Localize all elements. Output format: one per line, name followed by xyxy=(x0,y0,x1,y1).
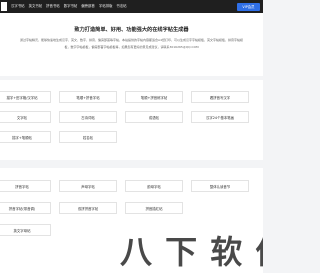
main-nav: 汉字书帖 英文书帖 拼音书帖 数字书帖 偏旁部首 字帖排版 书法帖 xyxy=(11,3,127,10)
template-link[interactable]: 拼音字帖 xyxy=(0,180,51,192)
template-link[interactable]: 成语帖 xyxy=(125,111,183,123)
logo-icon[interactable] xyxy=(1,2,7,11)
template-link[interactable]: 声母字帖 xyxy=(59,180,117,192)
nav-item-english[interactable]: 英文书帖 xyxy=(29,3,43,10)
template-link[interactable]: 笔顺+拼音练字帖 xyxy=(125,91,183,103)
hero-title: 致力打造简单、好用、功能强大的在线字帖生成器 xyxy=(74,27,189,33)
watermark-text: 八 下 软 件 xyxy=(120,233,263,271)
template-link[interactable]: 文字帖 xyxy=(0,111,51,123)
template-link[interactable]: 姓名帖 xyxy=(59,131,117,143)
template-link[interactable]: 韵母字帖 xyxy=(125,180,183,192)
template-link[interactable]: 看拼音写汉字 xyxy=(191,91,249,103)
template-link[interactable]: 笔顺+拼音字帖 xyxy=(59,91,117,103)
template-link[interactable]: 古诗词帖 xyxy=(59,111,117,123)
template-link[interactable]: 拼音字帖(带音调) xyxy=(0,202,51,214)
nav-item-calligraphy[interactable]: 书法帖 xyxy=(116,3,126,10)
nav-item-pinyin[interactable]: 拼音书帖 xyxy=(46,3,60,10)
template-link[interactable]: 描字+田字格/汉字帖 xyxy=(0,91,51,103)
template-link[interactable]: 整体认读音节 xyxy=(191,180,249,192)
nav-item-chinese[interactable]: 汉字书帖 xyxy=(11,3,25,10)
nav-item-layout[interactable]: 字帖排版 xyxy=(99,3,113,10)
template-link[interactable]: 双拼拼音字帖 xyxy=(59,202,117,214)
template-link[interactable]: 汉字24个基本笔画 xyxy=(191,111,249,123)
template-grid-1: 描字+田字格/汉字帖 笔顺+拼音字帖 笔顺+拼音练字帖 看拼音写汉字 文字帖 古… xyxy=(0,91,249,143)
watermark: 八 下 软 件 xyxy=(0,226,263,273)
template-link[interactable]: 描字+笔顺帖 xyxy=(0,131,51,143)
top-nav-bar: 汉字书帖 英文书帖 拼音书帖 数字书帖 偏旁部首 字帖排版 书法帖 VIP会员 xyxy=(0,0,263,13)
nav-item-number[interactable]: 数字书帖 xyxy=(64,3,78,10)
hero-description: 通过字帖精灵，能够快速地生成汉字、英文、数字、拼音、偏旁部首等字帖，本站提供的字… xyxy=(20,38,243,49)
template-link[interactable]: 拼音描红帖 xyxy=(125,202,183,214)
vip-button[interactable]: VIP会员 xyxy=(237,3,260,11)
nav-item-radical[interactable]: 偏旁部首 xyxy=(81,3,95,10)
